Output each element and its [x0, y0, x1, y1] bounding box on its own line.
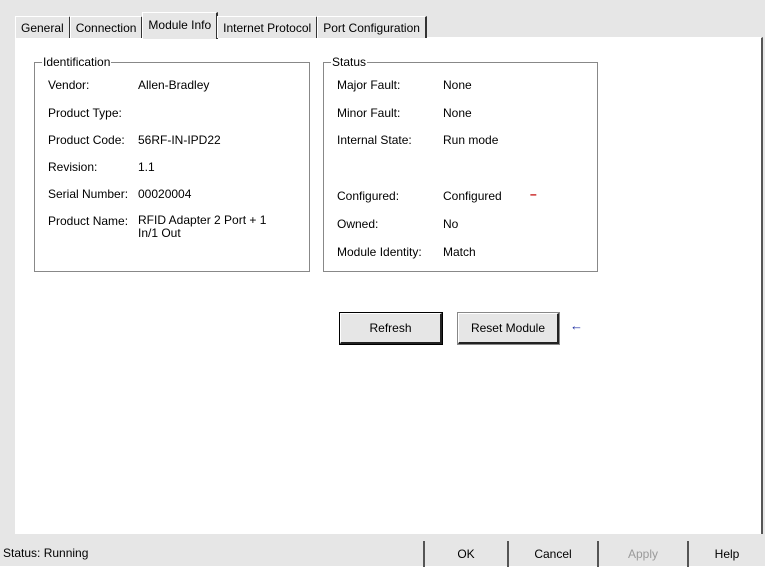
module-identity-label: Module Identity: [337, 245, 422, 259]
tab-general[interactable]: General [15, 16, 71, 38]
internal-state-label: Internal State: [337, 133, 412, 147]
internal-state-value: Run mode [443, 133, 499, 147]
owned-value: No [443, 217, 459, 231]
configured-label: Configured: [337, 189, 400, 203]
tab-port-configuration[interactable]: Port Configuration [317, 16, 427, 38]
identification-title: Identification [42, 55, 112, 69]
minor-fault-label: Minor Fault: [337, 106, 401, 120]
vendor-value: Allen-Bradley [138, 78, 210, 92]
identification-group: Identification Vendor: Allen-Bradley Pro… [34, 55, 310, 272]
help-button[interactable]: Help [687, 541, 765, 567]
product-code-value: 56RF-IN-IPD22 [138, 133, 221, 147]
product-code-label: Product Code: [48, 133, 125, 147]
major-fault-label: Major Fault: [337, 78, 401, 92]
product-name-label: Product Name: [48, 214, 129, 228]
ok-button[interactable]: OK [423, 541, 507, 567]
tab-internet-protocol[interactable]: Internet Protocol [217, 16, 319, 38]
status-title: Status [331, 55, 368, 69]
configured-value: Configured [443, 189, 502, 203]
owned-label: Owned: [337, 217, 379, 231]
minor-fault-value: None [443, 106, 472, 120]
apply-button[interactable]: Apply [597, 541, 687, 567]
major-fault-value: None [443, 78, 472, 92]
revision-label: Revision: [48, 160, 98, 174]
status-text: Status: Running [3, 546, 89, 560]
reset-arrow-icon: ← [570, 318, 583, 333]
product-name-value: RFID Adapter 2 Port + 1 In/1 Out [138, 213, 267, 240]
reset-module-button[interactable]: Reset Module [457, 312, 560, 345]
vendor-label: Vendor: [48, 78, 90, 92]
serial-number-value: 00020004 [138, 187, 192, 201]
status-group: Status Major Fault: None Minor Fault: No… [323, 55, 598, 272]
module-properties-dialog: General Connection Module Info Internet … [0, 0, 765, 567]
tab-connection[interactable]: Connection [69, 16, 144, 38]
revision-value: 1.1 [138, 160, 155, 174]
module-identity-value: Match [443, 245, 476, 259]
tab-module-info[interactable]: Module Info [142, 12, 219, 39]
product-type-label: Product Type: [48, 106, 122, 120]
status-bar: Status: Running OK Cancel Apply Help [0, 538, 765, 567]
module-info-panel: Identification Vendor: Allen-Bradley Pro… [15, 37, 763, 534]
serial-number-label: Serial Number: [48, 187, 129, 201]
refresh-button[interactable]: Refresh [339, 312, 443, 345]
configured-marker: – [530, 187, 537, 201]
tab-strip: General Connection Module Info Internet … [15, 11, 427, 39]
cancel-button[interactable]: Cancel [507, 541, 597, 567]
